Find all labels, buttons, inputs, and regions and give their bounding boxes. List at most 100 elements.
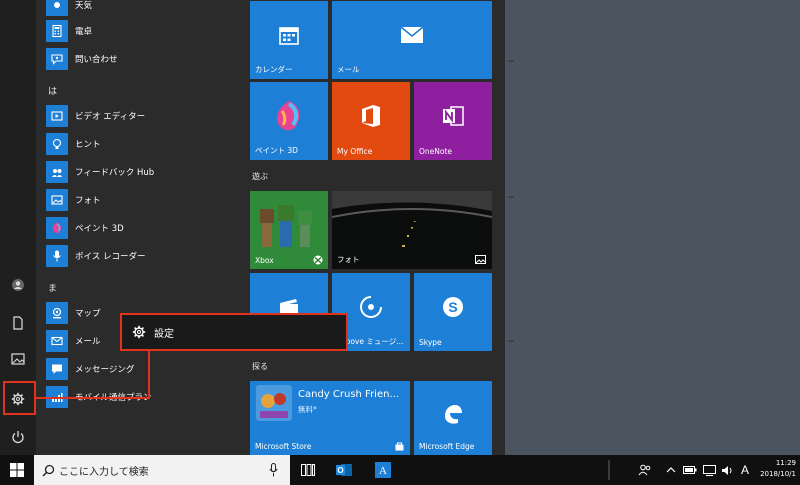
- desktop-divider: [508, 196, 514, 198]
- desktop: [505, 0, 800, 455]
- task-view-icon: [301, 464, 315, 476]
- ime-indicator[interactable]: A: [738, 455, 752, 485]
- tile-area: カレンダー メール ペイント 3D My Office OneNote 遊ぶ X…: [246, 0, 505, 455]
- user-account-button[interactable]: [0, 268, 36, 302]
- candy-crush-title: Candy Crush Frien...: [298, 389, 399, 400]
- section-letter[interactable]: ま: [48, 281, 57, 294]
- photos-icon: [46, 189, 68, 211]
- video-editor-icon: [46, 105, 68, 127]
- calculator-icon: [46, 20, 68, 42]
- clock[interactable]: 11:29 2018/10/1: [760, 458, 796, 480]
- callout-line: [148, 349, 150, 399]
- settings-highlight: [3, 381, 36, 415]
- power-icon: [12, 431, 24, 444]
- taskbar: ここに入力して検索 O A A 11:29 2018/10/1: [0, 455, 800, 485]
- show-hidden-icons-button[interactable]: [664, 455, 678, 485]
- people-icon: [638, 464, 651, 476]
- task-view-button[interactable]: [296, 455, 320, 485]
- app-item-label: 問い合わせ: [75, 55, 118, 65]
- tile-microsoft-store[interactable]: Candy Crush Frien... 無料* Microsoft Store: [250, 381, 410, 455]
- group-label-play[interactable]: 遊ぶ: [252, 171, 268, 182]
- app-item-feedback-hub[interactable]: フィードバック Hub: [46, 159, 154, 185]
- tile-photos[interactable]: フォト: [332, 191, 492, 269]
- tile-label: Microsoft Edge: [419, 442, 475, 451]
- edge-icon: [442, 403, 464, 425]
- weather-icon: [46, 0, 68, 16]
- app-item-label: フォト: [75, 196, 101, 206]
- taskbar-outlook[interactable]: O: [332, 455, 356, 485]
- tile-label: My Office: [337, 147, 373, 156]
- app-item-video-editor[interactable]: ビデオ エディター: [46, 103, 145, 129]
- desktop-divider: [508, 340, 514, 342]
- search-icon: [42, 464, 55, 477]
- taskbar-app[interactable]: A: [370, 455, 396, 485]
- messaging-icon: [46, 358, 68, 380]
- tile-label: メール: [337, 65, 360, 74]
- contact-support-icon: [46, 48, 68, 70]
- app-item-label: ヒント: [75, 140, 101, 150]
- office-icon: [360, 104, 382, 128]
- settings-tooltip[interactable]: 設定: [120, 313, 348, 351]
- tile-paint3d[interactable]: ペイント 3D: [250, 82, 328, 160]
- mail-icon: [400, 26, 424, 44]
- documents-button[interactable]: [0, 306, 36, 340]
- tile-skype[interactable]: S Skype: [414, 273, 492, 351]
- clock-time: 11:29: [775, 459, 796, 467]
- tile-myoffice[interactable]: My Office: [332, 82, 410, 160]
- paint3d-icon: [274, 99, 304, 133]
- mail-icon: [46, 330, 68, 352]
- start-menu: 天気 電卓 問い合わせ は ビデオ エディター ヒント フィードバック Hub …: [0, 0, 505, 455]
- tile-calendar[interactable]: カレンダー: [250, 1, 328, 79]
- app-item-paint3d[interactable]: ペイント 3D: [46, 215, 124, 241]
- tile-label: OneNote: [419, 147, 453, 156]
- app-item-voice-recorder[interactable]: ボイス レコーダー: [46, 243, 145, 269]
- app-item-mail[interactable]: メール: [46, 328, 101, 354]
- search-placeholder: ここに入力して検索: [59, 466, 149, 478]
- app-item-label: メッセージング: [75, 365, 135, 375]
- calendar-icon: [278, 24, 300, 46]
- start-button[interactable]: [0, 455, 34, 485]
- tile-xbox[interactable]: Xbox: [250, 191, 328, 269]
- battery-button[interactable]: [682, 455, 698, 485]
- app-item-contact-support[interactable]: 問い合わせ: [46, 46, 118, 72]
- svg-text:O: O: [337, 466, 343, 475]
- app-item-calculator[interactable]: 電卓: [46, 18, 92, 44]
- search-box[interactable]: ここに入力して検索: [34, 455, 290, 485]
- groove-icon: [359, 295, 383, 319]
- app-item-messaging[interactable]: メッセージング: [46, 356, 134, 382]
- chevron-up-icon: [666, 467, 676, 473]
- tile-label: Microsoft Store: [255, 442, 312, 451]
- tile-label: カレンダー: [255, 65, 293, 74]
- tile-microsoft-edge[interactable]: Microsoft Edge: [414, 381, 492, 455]
- section-letter[interactable]: は: [48, 84, 57, 97]
- app-item-photos[interactable]: フォト: [46, 187, 101, 213]
- document-icon: [13, 316, 23, 330]
- tile-onenote[interactable]: OneNote: [414, 82, 492, 160]
- group-label-explore[interactable]: 探る: [252, 361, 268, 372]
- gear-icon: [132, 325, 146, 339]
- network-button[interactable]: [701, 455, 717, 485]
- app-item-tips[interactable]: ヒント: [46, 131, 101, 157]
- tile-mail[interactable]: メール: [332, 1, 492, 79]
- maps-icon: [46, 302, 68, 324]
- app-item-label: ボイス レコーダー: [75, 252, 146, 262]
- power-button[interactable]: [0, 420, 36, 454]
- photos-icon: [475, 255, 486, 264]
- app-item-maps[interactable]: マップ: [46, 300, 101, 326]
- tile-label: ペイント 3D: [255, 146, 298, 155]
- microphone-icon[interactable]: [269, 463, 278, 477]
- volume-button[interactable]: [719, 455, 735, 485]
- skype-icon: S: [441, 295, 465, 319]
- network-icon: [702, 464, 716, 476]
- people-button[interactable]: [636, 455, 654, 485]
- callout-line: [36, 397, 150, 399]
- app-item-weather[interactable]: 天気: [46, 0, 92, 18]
- outlook-icon: O: [336, 464, 352, 476]
- windows-icon: [10, 463, 24, 477]
- candy-crush-price: 無料*: [298, 405, 317, 414]
- app-item-label: ペイント 3D: [75, 224, 124, 234]
- ime-pad-icon: A: [375, 462, 391, 478]
- desktop-divider: [508, 60, 514, 62]
- pictures-button[interactable]: [0, 342, 36, 376]
- tile-label: フォト: [337, 255, 360, 264]
